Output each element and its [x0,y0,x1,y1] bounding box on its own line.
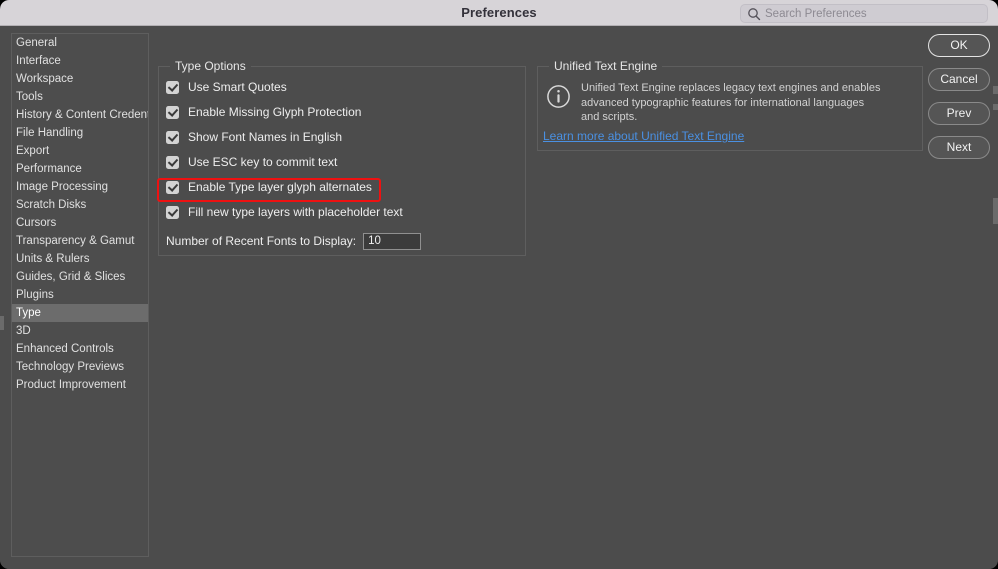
checkbox-label-enable-missing-glyph-protection: Enable Missing Glyph Protection [188,105,361,119]
checkbox-row-use-smart-quotes[interactable]: Use Smart Quotes [166,78,287,96]
preferences-window: Preferences GeneralInterfaceWorkspaceToo… [0,0,998,569]
recent-fonts-row: Number of Recent Fonts to Display: [166,231,421,251]
prev-button[interactable]: Prev [928,102,990,125]
ok-button[interactable]: OK [928,34,990,57]
sidebar-item-workspace[interactable]: Workspace [12,70,148,88]
sidebar-item-cursors[interactable]: Cursors [12,214,148,232]
sidebar-item-plugins[interactable]: Plugins [12,286,148,304]
sidebar-item-export[interactable]: Export [12,142,148,160]
checkbox-row-enable-type-layer-glyph-alternates[interactable]: Enable Type layer glyph alternates [166,178,372,196]
checkbox-use-smart-quotes[interactable] [166,81,179,94]
sidebar: GeneralInterfaceWorkspaceToolsHistory & … [11,33,149,557]
checkbox-label-use-smart-quotes: Use Smart Quotes [188,80,287,94]
type-options-title: Type Options [170,59,251,73]
sidebar-item-units-rulers[interactable]: Units & Rulers [12,250,148,268]
next-button[interactable]: Next [928,136,990,159]
checkbox-row-show-font-names-in-english[interactable]: Show Font Names in English [166,128,342,146]
cancel-button[interactable]: Cancel [928,68,990,91]
search-icon [747,7,761,21]
checkbox-label-use-esc-key-to-commit-text: Use ESC key to commit text [188,155,337,169]
sidebar-item-3d[interactable]: 3D [12,322,148,340]
checkbox-label-show-font-names-in-english: Show Font Names in English [188,130,342,144]
checkbox-label-enable-type-layer-glyph-alternates: Enable Type layer glyph alternates [188,180,372,194]
unified-text-engine-description: Unified Text Engine replaces legacy text… [581,81,881,125]
search-input[interactable] [765,8,975,20]
window-titlebar: Preferences [0,0,998,26]
sidebar-item-image-processing[interactable]: Image Processing [12,178,148,196]
checkbox-row-fill-new-type-layers-with-placeholder-text[interactable]: Fill new type layers with placeholder te… [166,203,403,221]
type-options-group: Type Options Use Smart QuotesEnable Miss… [158,66,526,256]
sidebar-item-tools[interactable]: Tools [12,88,148,106]
scroll-artifact-3 [993,198,998,224]
scroll-artifact-1 [993,86,998,94]
sidebar-item-transparency-gamut[interactable]: Transparency & Gamut [12,232,148,250]
checkbox-enable-type-layer-glyph-alternates[interactable] [166,181,179,194]
checkbox-label-fill-new-type-layers-with-placeholder-text: Fill new type layers with placeholder te… [188,205,403,219]
search-field[interactable] [740,4,988,23]
checkbox-fill-new-type-layers-with-placeholder-text[interactable] [166,206,179,219]
sidebar-item-enhanced-controls[interactable]: Enhanced Controls [12,340,148,358]
recent-fonts-input[interactable] [363,233,421,250]
sidebar-item-scratch-disks[interactable]: Scratch Disks [12,196,148,214]
sidebar-item-performance[interactable]: Performance [12,160,148,178]
scroll-artifact-2 [993,104,998,110]
info-icon [546,84,571,109]
sidebar-item-guides-grid-slices[interactable]: Guides, Grid & Slices [12,268,148,286]
unified-text-engine-group: Unified Text Engine Unified Text Engine … [537,66,923,151]
sidebar-item-type[interactable]: Type [12,304,148,322]
preferences-body: GeneralInterfaceWorkspaceToolsHistory & … [0,26,998,569]
sidebar-item-technology-previews[interactable]: Technology Previews [12,358,148,376]
unified-text-engine-title: Unified Text Engine [549,59,662,73]
learn-more-link[interactable]: Learn more about Unified Text Engine [543,129,744,143]
checkbox-enable-missing-glyph-protection[interactable] [166,106,179,119]
sidebar-item-history-content-credentials[interactable]: History & Content Credentials [12,106,148,124]
checkbox-row-use-esc-key-to-commit-text[interactable]: Use ESC key to commit text [166,153,337,171]
sidebar-item-interface[interactable]: Interface [12,52,148,70]
checkbox-show-font-names-in-english[interactable] [166,131,179,144]
checkbox-use-esc-key-to-commit-text[interactable] [166,156,179,169]
checkbox-row-enable-missing-glyph-protection[interactable]: Enable Missing Glyph Protection [166,103,361,121]
sidebar-item-general[interactable]: General [12,34,148,52]
sidebar-item-product-improvement[interactable]: Product Improvement [12,376,148,394]
sidebar-item-file-handling[interactable]: File Handling [12,124,148,142]
recent-fonts-label: Number of Recent Fonts to Display: [166,234,356,248]
scroll-artifact-4 [0,316,4,330]
